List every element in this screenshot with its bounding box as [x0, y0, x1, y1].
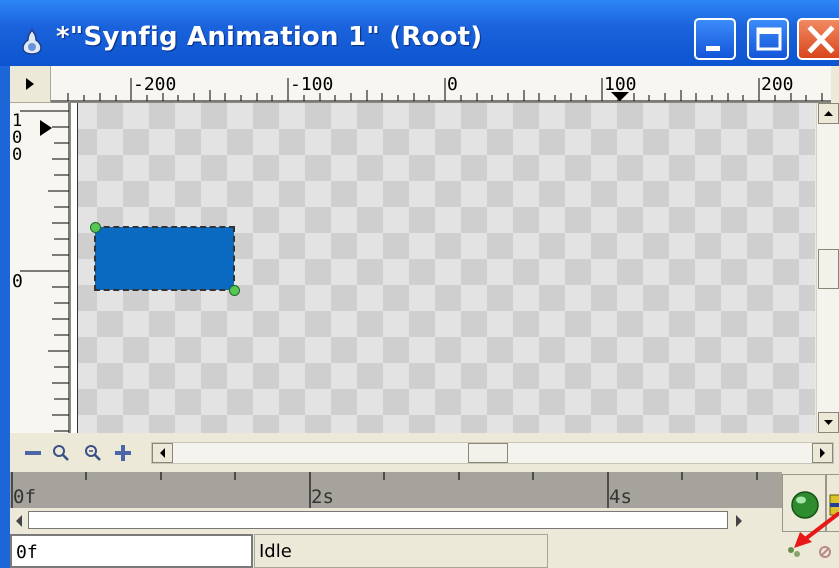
- window-title: *"Synfig Animation 1" (Root): [56, 22, 483, 52]
- synfig-app-icon[interactable]: [19, 28, 45, 56]
- scroll-right-button[interactable]: [812, 443, 833, 463]
- ruler-label: 100: [12, 111, 23, 165]
- ruler-label: 100: [604, 74, 637, 95]
- caret-right-icon[interactable]: [730, 508, 748, 534]
- ruler-label: 200: [761, 74, 794, 95]
- rectangle-point2-handle[interactable]: [229, 285, 240, 296]
- scroll-left-button[interactable]: [152, 443, 173, 463]
- ruler-label: 0: [447, 74, 458, 95]
- ruler-label: -200: [133, 74, 177, 95]
- vertical-scroll-thumb[interactable]: [818, 249, 839, 289]
- close-icon: [807, 25, 835, 54]
- horizontal-scrollbar[interactable]: [151, 442, 834, 464]
- status-bar: 0f Idle: [10, 534, 839, 568]
- horizontal-ruler: -200 -100 0 100 200: [51, 66, 831, 103]
- scroll-up-button[interactable]: [818, 103, 839, 124]
- caret-left-icon[interactable]: [10, 508, 28, 534]
- time-slider[interactable]: [10, 508, 782, 534]
- zoom-out-icon[interactable]: [22, 442, 44, 464]
- minimize-button[interactable]: [694, 18, 736, 60]
- time-label: 4s: [609, 486, 632, 508]
- maximize-button[interactable]: [747, 18, 789, 60]
- menu-toggle-button[interactable]: [10, 66, 51, 103]
- arrow-left-icon: [160, 448, 165, 458]
- current-frame-field[interactable]: 0f: [10, 534, 253, 568]
- title-bar[interactable]: *"Synfig Animation 1" (Root): [0, 0, 839, 66]
- close-button[interactable]: [797, 18, 839, 60]
- horizontal-scroll-thumb[interactable]: [468, 443, 508, 463]
- time-slider-track[interactable]: [28, 511, 728, 529]
- canvas-window-client: -200 -100 0 100 200 100 0 0f 2s 4s 0f Id…: [10, 66, 839, 568]
- canvas-edge: [71, 103, 78, 433]
- ruler-label: 0: [12, 271, 23, 292]
- rectangle-layer[interactable]: [94, 226, 235, 291]
- status-text: Idle: [254, 534, 548, 568]
- rectangle-point1-handle[interactable]: [90, 222, 101, 233]
- vertical-scrollbar[interactable]: [816, 103, 839, 433]
- annotation-arrow-icon: [794, 512, 839, 548]
- time-label: 0f: [13, 486, 36, 508]
- scroll-down-button[interactable]: [818, 412, 839, 433]
- time-label: 2s: [311, 486, 334, 508]
- zoom-in-icon[interactable]: [112, 442, 134, 464]
- ruler-label: -100: [290, 74, 334, 95]
- time-ruler[interactable]: 0f 2s 4s: [10, 472, 782, 508]
- minimize-icon: [706, 46, 720, 51]
- arrow-up-icon: [824, 111, 833, 116]
- arrow-right-icon: [820, 448, 825, 458]
- zoom-minus-magnifier-icon[interactable]: [50, 442, 72, 464]
- vertical-ruler: 100 0: [10, 103, 71, 433]
- time-ruler-ticks: [11, 472, 758, 508]
- caret-right-icon: [26, 78, 34, 90]
- maximize-icon: [756, 27, 782, 51]
- zoom-plus-magnifier-icon[interactable]: [82, 442, 104, 464]
- arrow-down-icon: [824, 420, 833, 425]
- canvas-area[interactable]: [71, 103, 815, 433]
